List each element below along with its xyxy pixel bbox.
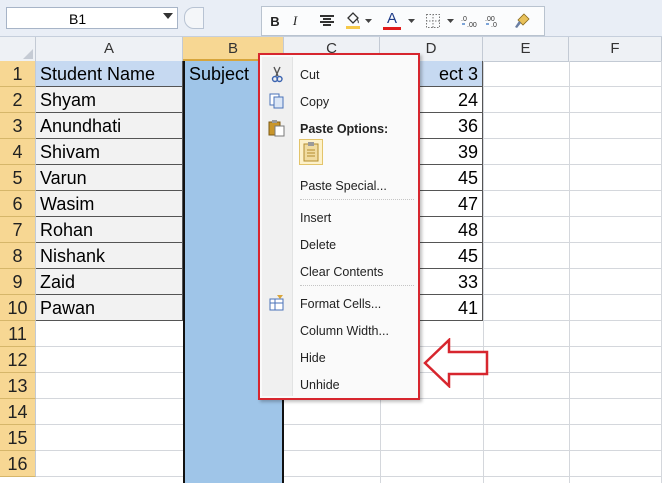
row-header-11[interactable]: 11 xyxy=(0,321,36,347)
bold-button[interactable]: B xyxy=(266,11,284,31)
menu-item-format-cells[interactable]: Format Cells... xyxy=(300,297,381,311)
grid-line xyxy=(36,476,662,477)
paste-option-button[interactable] xyxy=(299,139,323,165)
cell-b1[interactable]: Subject xyxy=(185,61,265,87)
cell-name[interactable]: Zaid xyxy=(36,269,183,295)
borders-icon[interactable] xyxy=(424,11,442,31)
menu-item-copy[interactable]: Copy xyxy=(300,95,329,109)
name-box-value: B1 xyxy=(69,11,87,27)
row-header-16[interactable]: 16 xyxy=(0,451,36,477)
copy-icon xyxy=(268,92,286,110)
fill-color-dropdown-icon[interactable] xyxy=(363,11,373,31)
menu-item-paste-options: Paste Options: xyxy=(300,122,389,136)
cell-name[interactable]: Shivam xyxy=(36,139,183,165)
cell-name[interactable]: Nishank xyxy=(36,243,183,269)
red-arrow-icon xyxy=(423,338,489,388)
row-header-7[interactable]: 7 xyxy=(0,217,36,243)
font-color-swatch xyxy=(383,27,401,30)
increase-decimal-icon[interactable]: .0.00 xyxy=(460,11,480,31)
chevron-down-icon[interactable] xyxy=(163,13,173,19)
mini-toolbar: B I A .0.00 .00.0 xyxy=(261,6,545,36)
row-header-3[interactable]: 3 xyxy=(0,113,36,139)
row-header-4[interactable]: 4 xyxy=(0,139,36,165)
cell-name[interactable]: Wasim xyxy=(36,191,183,217)
format-painter-icon[interactable] xyxy=(512,11,532,31)
paste-icon xyxy=(268,119,286,137)
row-header-10[interactable]: 10 xyxy=(0,295,36,321)
font-color-label: A xyxy=(386,10,397,27)
borders-dropdown-icon[interactable] xyxy=(445,11,455,31)
cell-name[interactable]: Anundhati xyxy=(36,113,183,139)
grid-line xyxy=(483,61,484,483)
menu-item-hide[interactable]: Hide xyxy=(300,351,326,365)
row-header-5[interactable]: 5 xyxy=(0,165,36,191)
row-header-2[interactable]: 2 xyxy=(0,87,36,113)
column-header-f[interactable]: F xyxy=(569,37,662,61)
menu-separator xyxy=(300,199,414,200)
cell-name[interactable]: Shyam xyxy=(36,87,183,113)
align-center-icon[interactable] xyxy=(318,11,336,31)
grid-line xyxy=(36,450,662,451)
row-header-6[interactable]: 6 xyxy=(0,191,36,217)
row-header-15[interactable]: 15 xyxy=(0,425,36,451)
font-color-dropdown-icon[interactable] xyxy=(406,11,416,31)
scissors-icon xyxy=(268,65,286,83)
cell-a1[interactable]: Student Name xyxy=(36,61,183,87)
svg-text:.0: .0 xyxy=(491,22,497,28)
row-header-12[interactable]: 12 xyxy=(0,347,36,373)
row-header-9[interactable]: 9 xyxy=(0,269,36,295)
row-header-13[interactable]: 13 xyxy=(0,373,36,399)
select-all-button[interactable] xyxy=(0,37,36,61)
column-header-e[interactable]: E xyxy=(483,37,569,61)
italic-button[interactable]: I xyxy=(286,11,304,31)
grid-line xyxy=(36,424,662,425)
format-cells-icon xyxy=(268,294,286,312)
formula-bar-handle[interactable] xyxy=(184,7,204,29)
context-menu: Cut Copy Paste Options: Paste Special...… xyxy=(258,53,420,400)
cell-name[interactable]: Varun xyxy=(36,165,183,191)
menu-item-insert[interactable]: Insert xyxy=(300,211,331,225)
cell-name[interactable]: Rohan xyxy=(36,217,183,243)
row-header-14[interactable]: 14 xyxy=(0,399,36,425)
column-header-a[interactable]: A xyxy=(36,37,183,61)
menu-item-cut[interactable]: Cut xyxy=(300,68,319,82)
menu-item-delete[interactable]: Delete xyxy=(300,238,336,252)
font-color-button[interactable]: A xyxy=(382,11,402,31)
row-header-8[interactable]: 8 xyxy=(0,243,36,269)
row-header-1[interactable]: 1 xyxy=(0,61,36,87)
svg-text:.00: .00 xyxy=(467,22,477,28)
menu-item-clear-contents[interactable]: Clear Contents xyxy=(300,265,383,279)
menu-item-paste-special[interactable]: Paste Special... xyxy=(300,179,387,193)
menu-item-column-width[interactable]: Column Width... xyxy=(300,324,389,338)
cell-name[interactable]: Pawan xyxy=(36,295,183,321)
name-box[interactable]: B1 xyxy=(6,7,178,29)
decrease-decimal-icon[interactable]: .00.0 xyxy=(484,11,504,31)
menu-item-unhide[interactable]: Unhide xyxy=(300,378,340,392)
grid-line xyxy=(569,61,570,483)
menu-separator xyxy=(300,285,414,286)
fill-color-icon[interactable] xyxy=(344,11,362,31)
